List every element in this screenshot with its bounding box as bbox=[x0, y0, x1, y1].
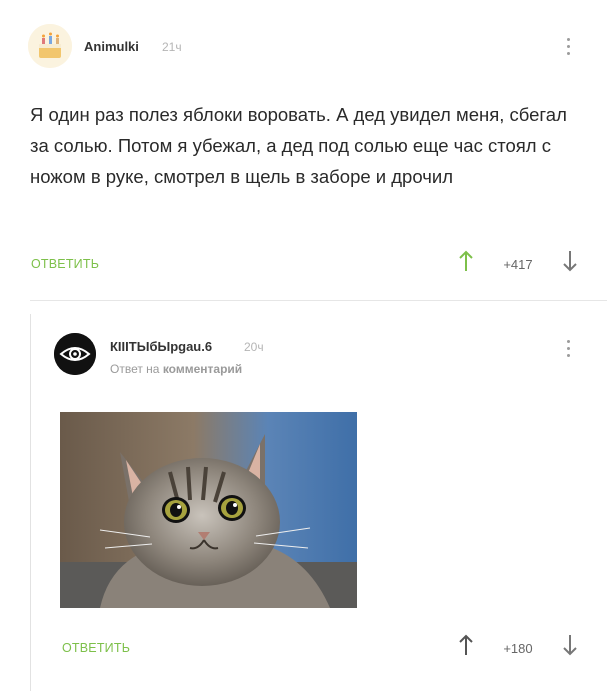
comment-score: +180 bbox=[503, 640, 533, 656]
comment-text: Я один раз полез яблоки воровать. А дед … bbox=[30, 104, 567, 187]
arrow-up-icon[interactable] bbox=[454, 250, 478, 278]
cake-avatar[interactable] bbox=[28, 24, 72, 68]
vote-controls: +417 bbox=[454, 250, 582, 278]
reply-button[interactable]: ОТВЕТИТЬ bbox=[31, 257, 99, 271]
more-vertical-icon[interactable] bbox=[566, 38, 572, 59]
arrow-down-icon[interactable] bbox=[558, 250, 582, 278]
reply-button[interactable]: ОТВЕТИТЬ bbox=[62, 641, 130, 655]
reply-to-link[interactable]: комментарий bbox=[163, 362, 242, 376]
comment-time: 20ч bbox=[244, 340, 264, 354]
more-vertical-icon[interactable] bbox=[566, 340, 572, 361]
surprised-cat-photo[interactable] bbox=[60, 412, 357, 608]
comment-author[interactable]: КIIIТЫбЫрgau.6 bbox=[110, 339, 212, 354]
comment-author[interactable]: Animulki bbox=[84, 39, 139, 54]
comment: Animulki 21ч Я один раз полез яблоки вор… bbox=[0, 0, 607, 300]
comment-time: 21ч bbox=[162, 40, 182, 54]
reply-to-prefix: Ответ на bbox=[110, 362, 160, 376]
arrow-down-icon[interactable] bbox=[558, 634, 582, 662]
vote-controls: +180 bbox=[454, 634, 582, 662]
comment-score: +417 bbox=[503, 256, 533, 272]
reply-to-label: Ответ на комментарий bbox=[110, 362, 242, 376]
eye-avatar[interactable] bbox=[54, 333, 96, 375]
arrow-up-icon[interactable] bbox=[454, 634, 478, 662]
